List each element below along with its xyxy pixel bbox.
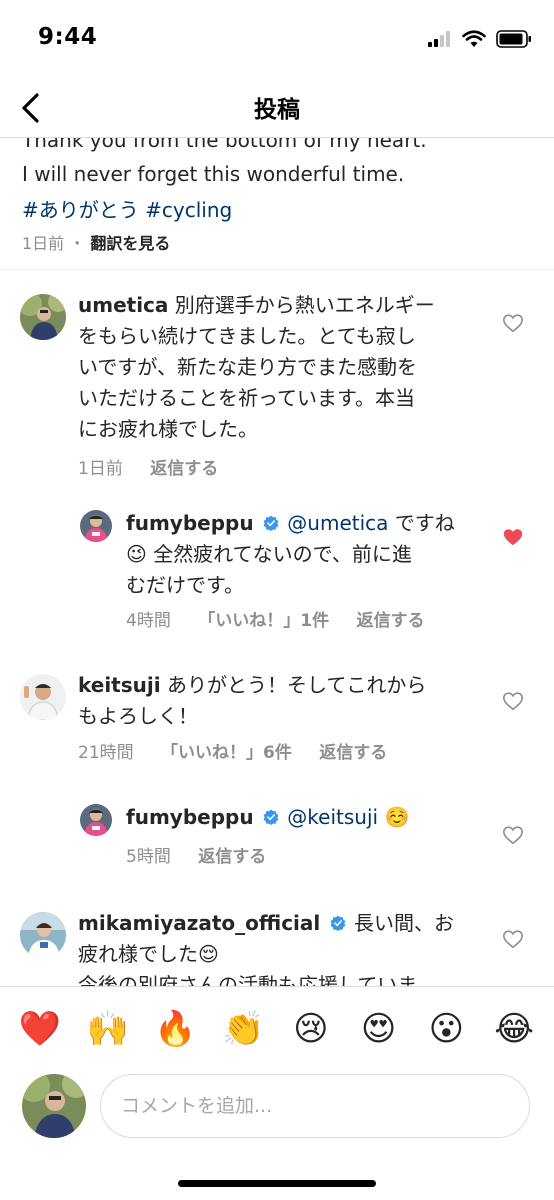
comment-text: むだけです。 (126, 573, 244, 597)
comment-text: 疲れ様でした (78, 942, 198, 966)
reply-button[interactable]: 返信する (356, 611, 424, 631)
nav-bar: 投稿 (0, 80, 554, 138)
avatar[interactable] (80, 510, 112, 542)
emoji: ☺️ (384, 805, 410, 829)
comment-composer (0, 1070, 554, 1160)
caption-line: I will never forget this wonderful time. (22, 162, 405, 186)
emoji-button-crying[interactable]: 😢 (283, 1001, 339, 1057)
comment-input[interactable] (100, 1074, 530, 1138)
status-time: 9:44 (38, 24, 98, 50)
mention-link[interactable]: @keitsuji (287, 805, 378, 829)
comment-text: もよろしく！ (78, 704, 198, 728)
emoji: 😌 (198, 942, 219, 966)
heart-filled-icon[interactable] (502, 526, 524, 548)
emoji-button-heart[interactable]: ❤️ (12, 1001, 68, 1057)
avatar[interactable] (20, 674, 66, 720)
comment-text: 別府選手から熱いエネルギー (174, 293, 435, 317)
separator: ・ (69, 234, 86, 253)
emoji-quick-bar: ❤️ 🙌 🔥 👏 😢 😍 😮 😂 (0, 986, 554, 1070)
heart-outline-icon[interactable] (502, 690, 524, 712)
comment-time: 5時間 (126, 847, 171, 867)
heart-outline-icon[interactable] (502, 824, 524, 846)
reply-button[interactable]: 返信する (198, 847, 266, 867)
comment-username[interactable]: keitsuji (78, 673, 161, 697)
comment-text: ですね (394, 511, 455, 535)
comment-meta: 1日前 返信する (78, 454, 240, 479)
comment-time: 4時間 (126, 611, 171, 631)
likes-count[interactable]: 「いいね！」1件 (198, 611, 329, 631)
emoji-button-surprised[interactable]: 😮 (418, 1001, 474, 1057)
comment-text: いただけることを祈っています。本当 (78, 386, 415, 410)
comment-meta: 21時間 「いいね！」6件 返信する (78, 738, 409, 763)
comment-body: keitsuji ありがとう！そしてこれから もよろしく！ (78, 670, 478, 732)
comment: mikamiyazato_official 長い間、お 疲れ様でした😌 今後の別… (0, 908, 554, 986)
verified-badge-icon (263, 809, 279, 825)
comment-text: をもらい続けてきました。とても寂し (78, 324, 416, 348)
avatar[interactable] (20, 294, 66, 340)
emoji: 😉 (126, 542, 147, 566)
status-bar: 9:44 (0, 0, 554, 80)
emoji-button-laughing[interactable]: 😂 (486, 1001, 542, 1057)
comment-username[interactable]: umetica (78, 293, 168, 317)
page-title: 投稿 (254, 97, 300, 123)
emoji-button-raised-hands[interactable]: 🙌 (80, 1001, 136, 1057)
reply-button[interactable]: 返信する (319, 743, 387, 763)
comment-text: 長い間、お (353, 911, 454, 935)
comment-reply: fumybeppu @keitsuji ☺️ 5時間 返信する (0, 802, 554, 882)
battery-icon (496, 30, 531, 48)
comment-text: にお疲れ様でした。 (78, 417, 258, 441)
mention-link[interactable]: @umetica (287, 511, 388, 535)
caption-meta: 1日前 ・ 翻訳を見る (22, 230, 170, 254)
comment-reply: fumybeppu @umetica ですね 😉 全然疲れてないので、前に進 む… (0, 508, 554, 648)
emoji-button-clap[interactable]: 👏 (215, 1001, 271, 1057)
comment-username[interactable]: fumybeppu (126, 805, 254, 829)
verified-badge-icon (330, 915, 346, 931)
verified-badge-icon (263, 515, 279, 531)
emoji-button-fire[interactable]: 🔥 (147, 1001, 203, 1057)
comment-text: 全然疲れてないので、前に進 (153, 542, 412, 566)
comment-body: fumybeppu @umetica ですね 😉 全然疲れてないので、前に進 む… (126, 508, 486, 601)
comment-body: umetica 別府選手から熱いエネルギー をもらい続けてきました。とても寂し … (78, 290, 478, 445)
comment-text: ありがとう！そしてこれから (166, 673, 427, 697)
signal-icon (428, 31, 450, 47)
heart-outline-icon[interactable] (502, 312, 524, 334)
likes-count[interactable]: 「いいね！」6件 (161, 743, 292, 763)
translate-link[interactable]: 翻訳を見る (90, 234, 170, 253)
comment-username[interactable]: fumybeppu (126, 511, 254, 535)
comment: umetica 別府選手から熱いエネルギー をもらい続けてきました。とても寂し … (0, 290, 554, 479)
comment-body: fumybeppu @keitsuji ☺️ (126, 802, 486, 833)
comment: keitsuji ありがとう！そしてこれから もよろしく！ 21時間 「いいね！… (0, 670, 554, 770)
caption-time: 1日前 (22, 234, 65, 253)
home-indicator[interactable] (178, 1180, 376, 1187)
comment-meta: 5時間 返信する (126, 842, 288, 867)
status-icons (428, 30, 532, 48)
comment-text: いですが、新たな走り方でまた感動を (78, 355, 417, 379)
comment-time: 1日前 (78, 459, 123, 479)
comment-text: 今後の別府さんの活動も応援していま (78, 973, 418, 986)
comments-list[interactable]: Thank you from the bottom of my heart. I… (0, 138, 554, 986)
comment-body: mikamiyazato_official 長い間、お 疲れ様でした😌 今後の別… (78, 908, 478, 986)
caption-hashtags[interactable]: #ありがとう #cycling (22, 194, 232, 223)
avatar[interactable] (20, 912, 66, 958)
emoji-button-heart-eyes[interactable]: 😍 (351, 1001, 407, 1057)
wifi-icon (462, 30, 486, 47)
caption-line: Thank you from the bottom of my heart. (22, 138, 427, 152)
comment-username[interactable]: mikamiyazato_official (78, 911, 320, 935)
comment-meta: 4時間 「いいね！」1件 返信する (126, 606, 446, 631)
post-caption: Thank you from the bottom of my heart. I… (0, 138, 554, 270)
avatar[interactable] (80, 804, 112, 836)
heart-outline-icon[interactable] (502, 928, 524, 950)
comment-time: 21時間 (78, 743, 134, 763)
user-avatar (22, 1074, 86, 1138)
reply-button[interactable]: 返信する (150, 459, 218, 479)
